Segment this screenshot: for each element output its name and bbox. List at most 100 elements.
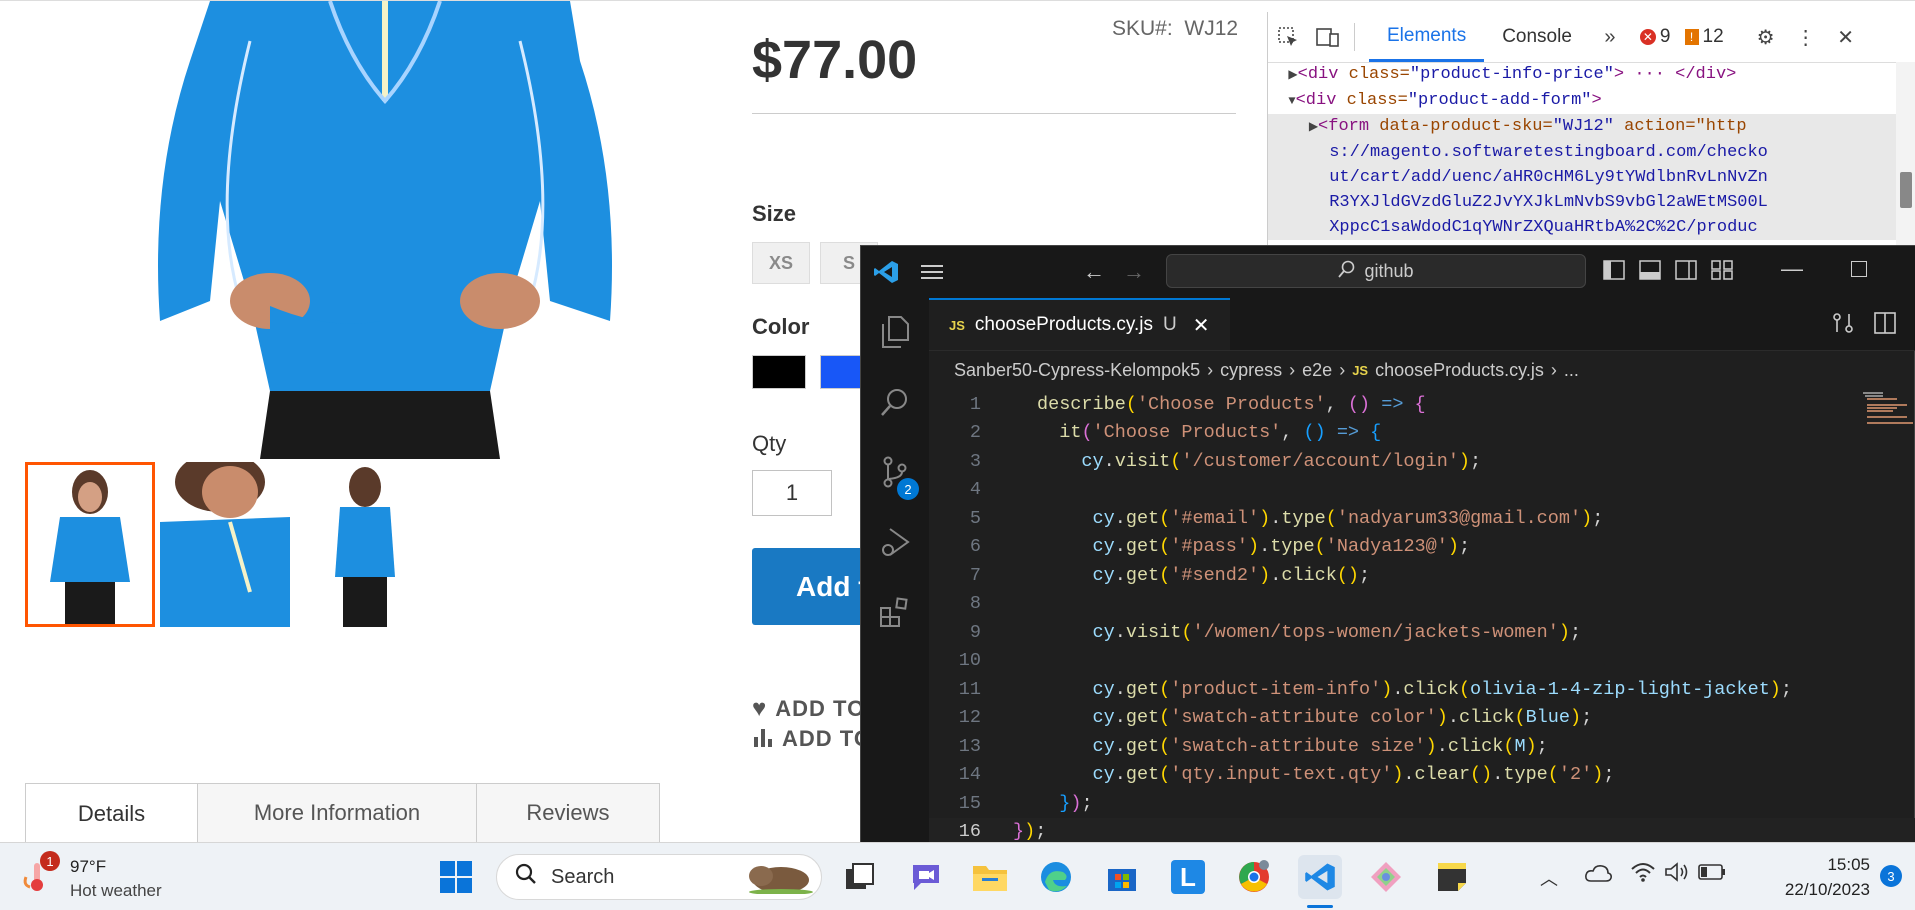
clock-date[interactable]: 22/10/2023 [1740, 880, 1870, 900]
teams-chat-icon[interactable] [904, 855, 948, 899]
product-main-image[interactable] [150, 1, 620, 459]
settings-gear-icon[interactable]: ⚙ [1746, 25, 1786, 50]
clock-time[interactable]: 15:05 [1760, 855, 1870, 875]
toolbar-separator [1354, 23, 1369, 51]
editor-tab-bar: JS chooseProducts.cy.js U ✕ [929, 298, 1915, 351]
run-debug-icon[interactable] [875, 522, 915, 562]
git-app-icon[interactable] [1364, 855, 1408, 899]
close-icon[interactable]: ✕ [1826, 25, 1866, 50]
device-toolbar-icon[interactable] [1308, 26, 1348, 48]
edge-browser-icon[interactable] [1034, 855, 1078, 899]
thumbnail-1[interactable] [25, 462, 155, 627]
devtools-panel: Elements Console » ✕ 9 ! 12 ⚙ ⋮ ✕ ▶<div … [1267, 12, 1915, 252]
tab-details[interactable]: Details [25, 783, 198, 843]
tab-reviews[interactable]: Reviews [476, 783, 660, 843]
toggle-secondary-sidebar-icon[interactable] [1675, 260, 1697, 280]
wifi-icon[interactable] [1630, 861, 1656, 888]
code-line[interactable]: cy.get('qty.input-text.qty').clear().typ… [1037, 764, 1615, 785]
explorer-icon[interactable] [875, 312, 915, 352]
add-to-compare-link[interactable]: ADD TO [752, 725, 872, 753]
weather-desc[interactable]: Hot weather [70, 881, 162, 901]
more-tabs-icon[interactable]: » [1590, 26, 1630, 49]
code-line[interactable]: }); [1013, 821, 1046, 842]
vscode-taskbar-icon[interactable] [1298, 855, 1342, 899]
minimap[interactable] [1861, 390, 1915, 490]
layout-controls [1603, 260, 1733, 280]
battery-icon[interactable] [1698, 863, 1726, 886]
tab-console[interactable]: Console [1484, 12, 1590, 62]
minimize-icon[interactable]: — [1781, 256, 1803, 282]
inspect-element-icon[interactable] [1268, 26, 1308, 48]
breadcrumb-item[interactable]: chooseProducts.cy.js [1375, 360, 1544, 381]
back-arrow-icon[interactable]: ← [1083, 259, 1105, 285]
color-swatch-black[interactable] [752, 355, 806, 389]
split-editor-icon[interactable] [1874, 312, 1896, 339]
breadcrumb-item[interactable]: Sanber50-Cypress-Kelompok5 [954, 360, 1200, 381]
more-options-icon[interactable]: ⋮ [1786, 25, 1826, 50]
code-line[interactable]: it('Choose Products', () => { [1037, 422, 1381, 443]
taskbar-search[interactable]: Search [496, 854, 822, 900]
elements-scrollbar[interactable] [1896, 62, 1915, 252]
breadcrumb-item[interactable]: cypress [1220, 360, 1282, 381]
sticky-notes-icon[interactable] [1430, 855, 1474, 899]
microsoft-store-icon[interactable] [1100, 855, 1144, 899]
editor-tab-chooseproducts[interactable]: JS chooseProducts.cy.js U ✕ [929, 298, 1230, 350]
dom-node-form-cont-2: ut/cart/add/uenc/aHR0cHM6Ly9tYWdlbnRvLnN… [1268, 165, 1896, 190]
code-line[interactable]: }); [1037, 793, 1092, 814]
notification-badge[interactable]: 3 [1880, 865, 1902, 887]
breadcrumb-item[interactable]: e2e [1302, 360, 1332, 381]
warning-counter[interactable]: ! 12 [1684, 26, 1724, 48]
line-number: 4 [969, 479, 981, 501]
open-changes-icon[interactable] [1832, 312, 1854, 339]
error-counter[interactable]: ✕ 9 [1639, 26, 1671, 48]
weather-temp[interactable]: 97°F [70, 857, 106, 877]
code-line[interactable]: cy.get('swatch-attribute size').click(M)… [1037, 736, 1548, 757]
extensions-icon[interactable] [875, 592, 915, 632]
thumbnail-2[interactable] [160, 462, 290, 627]
dom-node-product-info-price[interactable]: ▶<div class="product-info-price"> ··· </… [1268, 62, 1896, 88]
search-icon[interactable] [875, 382, 915, 422]
toggle-primary-sidebar-icon[interactable] [1603, 260, 1625, 280]
tab-elements[interactable]: Elements [1369, 12, 1485, 62]
tab-more-information[interactable]: More Information [197, 783, 477, 843]
dom-node-product-add-form[interactable]: ▼<div class="product-add-form"> [1268, 88, 1896, 114]
dom-node-form[interactable]: ▶<form data-product-sku="WJ12" action="h… [1268, 114, 1896, 140]
code-line[interactable]: cy.get('#pass').type('Nadya123@'); [1037, 536, 1471, 557]
breadcrumb: Sanber50-Cypress-Kelompok5 › cypress › e… [954, 350, 1579, 390]
thumbnail-3[interactable] [295, 462, 425, 627]
volume-icon[interactable] [1664, 861, 1690, 888]
warning-icon: ! [1684, 29, 1699, 45]
lightshot-l-icon[interactable]: L [1166, 855, 1210, 899]
line-number: 10 [958, 650, 981, 672]
file-explorer-icon[interactable] [968, 855, 1012, 899]
windows-taskbar: 1 97°F Hot weather Search L ︿ 15:05 22/1… [0, 842, 1915, 910]
toggle-panel-icon[interactable] [1639, 260, 1661, 280]
code-line[interactable]: describe('Choose Products', () => { [1037, 394, 1426, 415]
task-view-icon[interactable] [838, 855, 882, 899]
add-to-wishlist-link[interactable]: ♥ ADD TO [752, 695, 865, 723]
chrome-icon[interactable] [1232, 855, 1276, 899]
code-line[interactable]: cy.visit('/customer/account/login'); [1037, 451, 1481, 472]
qty-input[interactable]: 1 [752, 470, 832, 516]
close-tab-icon[interactable]: ✕ [1193, 313, 1210, 338]
scrollbar-thumb[interactable] [1900, 172, 1912, 208]
code-line[interactable]: cy.get('#email').type('nadyarum33@gmail.… [1037, 508, 1604, 529]
breadcrumb-item[interactable]: ... [1564, 360, 1579, 381]
onedrive-cloud-icon[interactable] [1584, 863, 1612, 888]
code-editor[interactable]: 1 describe('Choose Products', () => { 2 i… [929, 390, 1915, 846]
code-line[interactable]: cy.get('swatch-attribute color').click(B… [1037, 707, 1593, 728]
chevron-up-icon[interactable]: ︿ [1540, 865, 1558, 891]
customize-layout-icon[interactable] [1711, 260, 1733, 280]
maximize-icon[interactable] [1851, 261, 1867, 277]
dom-node-form-cont-4: XppcC1saWdodC1qYWNrZXQuaHRtbA%2C%2C/prod… [1268, 215, 1896, 240]
add-to-compare-label: ADD TO [782, 726, 872, 751]
error-count: 9 [1659, 26, 1671, 47]
start-menu-icon[interactable] [434, 855, 478, 899]
code-line[interactable]: cy.get('#send2').click(); [1037, 565, 1371, 586]
menu-hamburger-icon[interactable] [909, 264, 955, 280]
command-center-search[interactable]: github [1166, 254, 1586, 288]
code-line[interactable]: cy.visit('/women/tops-women/jackets-wome… [1037, 622, 1582, 643]
code-line[interactable]: cy.get('product-item-info').click(olivia… [1037, 679, 1793, 700]
size-swatch-xs[interactable]: XS [752, 242, 810, 284]
forward-arrow-icon[interactable]: → [1123, 259, 1145, 285]
